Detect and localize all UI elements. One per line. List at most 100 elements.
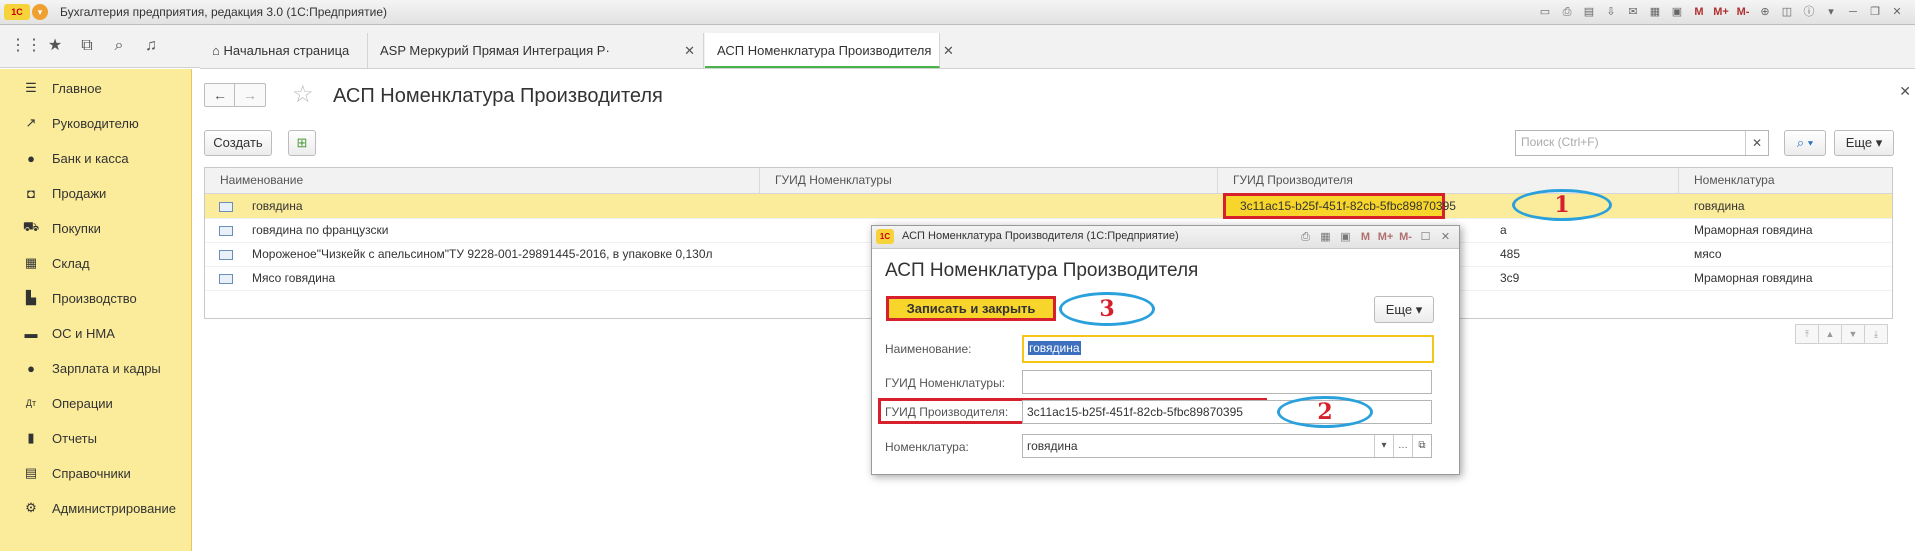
memory-plus-button[interactable]: M+ xyxy=(1376,227,1395,247)
calendar-icon[interactable]: ▣ xyxy=(1667,2,1687,22)
main-menu-button[interactable]: ▾ xyxy=(32,4,48,20)
calendar-icon[interactable]: ▣ xyxy=(1336,227,1355,247)
ellipsis-icon[interactable]: … xyxy=(1393,435,1412,457)
search-icon[interactable]: ⌕ xyxy=(106,33,132,59)
item-icon xyxy=(219,274,233,284)
item-icon xyxy=(219,250,233,260)
minimize-icon[interactable]: ─ xyxy=(1843,2,1863,22)
sidebar-item-salary[interactable]: ● Зарплата и кадры xyxy=(0,351,191,385)
print-icon[interactable]: ⎙ xyxy=(1557,2,1577,22)
save-and-close-button[interactable]: Записать и закрыть xyxy=(886,296,1056,321)
create-button[interactable]: Создать xyxy=(204,130,272,156)
more-button[interactable]: Еще ▾ xyxy=(1374,296,1434,323)
copy-add-icon[interactable]: ⊞ xyxy=(288,130,316,156)
sidebar-item-bank[interactable]: ● Банк и касса xyxy=(0,141,191,175)
sidebar-item-admin[interactable]: ⚙ Администрирование xyxy=(0,491,191,525)
tab-bar: ⌂ Начальная страница ASP Меркурий Прямая… xyxy=(200,25,1915,69)
1c-logo-icon: 1С xyxy=(876,229,894,244)
name-label: Наименование: xyxy=(885,342,972,356)
app-title-bar: 1С ▾ Бухгалтерия предприятия, редакция 3… xyxy=(0,0,1915,25)
memory-m-button[interactable]: M xyxy=(1689,2,1709,22)
memory-m-button[interactable]: M xyxy=(1356,227,1375,247)
close-icon[interactable]: ✕ xyxy=(1436,227,1455,247)
dropdown-icon[interactable]: ▾ xyxy=(1821,2,1841,22)
nomenclature-field[interactable]: говядина ▾ … ⧉ xyxy=(1022,434,1432,458)
forward-button[interactable]: → xyxy=(234,83,266,107)
guid-nomenclature-field[interactable] xyxy=(1022,370,1432,394)
top-nav-bar: ⋮⋮ ★ ⧉ ⌕ ♫ xyxy=(0,25,200,68)
guid-producer-label: ГУИД Производителя: xyxy=(885,405,1009,419)
calculator-icon[interactable]: ▦ xyxy=(1316,227,1335,247)
favorite-star-icon[interactable]: ☆ xyxy=(292,80,314,109)
1c-logo-icon: 1С xyxy=(4,4,30,20)
close-form-icon[interactable]: ✕ xyxy=(1899,83,1911,100)
table-row[interactable]: говядина 3c11ac15-b25f-451f-82cb-5fbc898… xyxy=(205,193,1892,219)
column-header[interactable]: ГУИД Производителя xyxy=(1218,168,1679,193)
dialog-toolbar: ⎙ ▦ ▣ M M+ M- ☐ ✕ xyxy=(1296,227,1455,247)
info-icon[interactable]: ⓘ xyxy=(1799,2,1819,22)
sidebar: ☰ Главное ↗ Руководителю ● Банк и касса ◘ Пр… xyxy=(0,69,192,551)
sidebar-item-warehouse[interactable]: ▦ Склад xyxy=(0,246,191,280)
sidebar-item-main[interactable]: ☰ Главное xyxy=(0,71,191,105)
first-page-icon[interactable]: ⤒ xyxy=(1795,324,1819,344)
bag-icon: ◘ xyxy=(27,185,35,201)
title-toolbar: ▭ ⎙ ▤ ⇩ ✉ ▦ ▣ M M+ M- ⊕ ◫ ⓘ ▾ ─ ❐ ✕ xyxy=(1535,2,1907,22)
restore-icon[interactable]: ❐ xyxy=(1865,2,1885,22)
sidebar-item-production[interactable]: ▙ Производство xyxy=(0,281,191,315)
print-icon[interactable]: ⎙ xyxy=(1296,227,1315,247)
sidebar-item-reports[interactable]: ▮ Отчеты xyxy=(0,421,191,455)
tab-home[interactable]: ⌂ Начальная страница xyxy=(200,33,368,68)
name-field[interactable]: говядина xyxy=(1022,335,1434,363)
memory-plus-button[interactable]: M+ xyxy=(1711,2,1731,22)
bar-chart-icon: ▮ xyxy=(27,430,35,445)
tab-close-icon[interactable]: ✕ xyxy=(684,43,695,59)
panel-icon[interactable]: ◫ xyxy=(1777,2,1797,22)
dialog-window-title: АСП Номенклатура Производителя (1С:Предп… xyxy=(902,230,1179,242)
history-icon[interactable]: ⧉ xyxy=(74,33,100,59)
search-button[interactable]: ⌕ ▾ xyxy=(1784,130,1826,156)
calculator-icon[interactable]: ▦ xyxy=(1645,2,1665,22)
sidebar-item-management[interactable]: ↗ Руководителю xyxy=(0,106,191,140)
more-button[interactable]: Еще ▾ xyxy=(1834,130,1894,156)
close-icon[interactable]: ✕ xyxy=(1887,2,1907,22)
chevron-down-icon[interactable]: ▾ xyxy=(1374,435,1393,457)
grid-icon: ▦ xyxy=(24,255,38,270)
person-icon: ● xyxy=(27,360,35,376)
back-button[interactable]: ← xyxy=(204,83,236,107)
maximize-icon[interactable]: ☐ xyxy=(1416,227,1435,247)
mail-icon[interactable]: ✉ xyxy=(1623,2,1643,22)
last-page-icon[interactable]: ⤓ xyxy=(1864,324,1888,344)
truck-icon: ▬ xyxy=(24,325,38,341)
tab-asp-mercury[interactable]: ASP Меркурий Прямая Интеграция Р· ✕ xyxy=(368,33,704,68)
prev-page-icon[interactable]: ▲ xyxy=(1818,324,1842,344)
dialog-title-bar: 1С АСП Номенклатура Производителя (1С:Пр… xyxy=(872,226,1459,249)
column-header[interactable]: Номенклатура xyxy=(1679,168,1892,193)
tab-asp-nomenclature[interactable]: АСП Номенклатура Производителя ✕ xyxy=(705,33,954,68)
favorites-star-icon[interactable]: ★ xyxy=(42,33,68,59)
tab-close-icon[interactable]: ✕ xyxy=(943,43,954,58)
next-page-icon[interactable]: ▼ xyxy=(1841,324,1865,344)
memory-minus-button[interactable]: M- xyxy=(1396,227,1415,247)
search-input[interactable]: Поиск (Ctrl+F) ✕ xyxy=(1515,130,1769,156)
sidebar-item-assets[interactable]: ▬ ОС и НМА xyxy=(0,316,191,350)
gear-icon: ⚙ xyxy=(25,500,37,515)
save-icon[interactable]: ▭ xyxy=(1535,2,1555,22)
preview-icon[interactable]: ▤ xyxy=(1579,2,1599,22)
apps-grid-icon[interactable]: ⋮⋮ xyxy=(10,33,42,59)
nomenclature-label: Номенклатура: xyxy=(885,440,969,454)
memory-minus-button[interactable]: M- xyxy=(1733,2,1753,22)
sidebar-item-purchases[interactable]: ⛟ Покупки xyxy=(0,211,191,245)
attach-icon[interactable]: ⇩ xyxy=(1601,2,1621,22)
sidebar-item-catalogs[interactable]: ▤ Справочники xyxy=(0,456,191,490)
clear-search-icon[interactable]: ✕ xyxy=(1745,131,1768,155)
open-icon[interactable]: ⧉ xyxy=(1412,435,1431,457)
sidebar-item-sales[interactable]: ◘ Продажи xyxy=(0,176,191,210)
column-header[interactable]: Наименование xyxy=(205,168,760,193)
sidebar-item-operations[interactable]: Дт Операции xyxy=(0,386,191,420)
bell-icon[interactable]: ♫ xyxy=(138,33,164,59)
column-header[interactable]: ГУИД Номенклатуры xyxy=(760,168,1218,193)
zoom-icon[interactable]: ⊕ xyxy=(1755,2,1775,22)
callout-1: 1 xyxy=(1512,189,1612,221)
trend-icon: ↗ xyxy=(25,115,37,130)
home-icon: ⌂ xyxy=(212,43,220,58)
